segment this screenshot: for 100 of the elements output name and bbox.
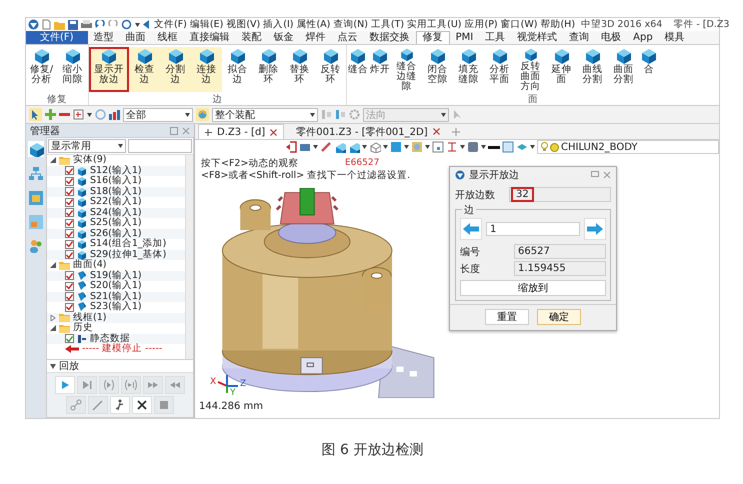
ribbon-button[interactable]: 曲面分割 xyxy=(608,47,639,92)
menu-item[interactable]: 属性(A) xyxy=(296,18,330,31)
ribbon-tab[interactable]: 线框 xyxy=(152,31,184,44)
tree-item[interactable]: ----- 建模停止 ----- xyxy=(82,344,162,354)
ribbon-button[interactable]: 检查边 xyxy=(129,47,160,92)
caret-icon[interactable] xyxy=(135,22,140,26)
play-button[interactable] xyxy=(55,376,75,394)
ribbon-tab[interactable]: PMI xyxy=(450,31,480,44)
ribbon-tab[interactable]: 文件(F) xyxy=(26,31,88,44)
ribbon-button[interactable]: 显示开放边 xyxy=(89,47,129,92)
document-tab[interactable]: D.Z3 - [d] xyxy=(198,124,284,139)
document-tab[interactable]: 零件001.Z3 - [零件001_2D] xyxy=(290,124,446,138)
menu-item[interactable]: 视图(V) xyxy=(226,18,260,31)
ribbon-button[interactable]: 合 xyxy=(639,47,659,92)
tree-item[interactable]: S16(输入1) xyxy=(90,176,142,186)
ribbon-tab[interactable]: 工具 xyxy=(479,31,512,44)
checkbox[interactable] xyxy=(65,187,74,196)
close-icon[interactable] xyxy=(603,170,611,178)
expanded-triangle-icon[interactable] xyxy=(50,262,56,268)
figure-button[interactable] xyxy=(110,396,130,414)
ribbon-tab[interactable]: 修复 xyxy=(416,31,450,44)
ribbon-button[interactable]: 反转环 xyxy=(315,47,346,92)
dialog-button[interactable]: 重置 xyxy=(485,309,529,325)
scrollbar[interactable] xyxy=(185,155,193,359)
checkbox[interactable] xyxy=(65,176,74,186)
collapse-triangle-icon[interactable] xyxy=(50,364,56,368)
checkbox[interactable] xyxy=(65,240,74,249)
dialog-button[interactable]: 确定 xyxy=(537,309,581,325)
ribbon-tab[interactable]: 点云 xyxy=(332,31,364,44)
ribbon-tab[interactable]: App xyxy=(627,31,659,44)
exit-icon[interactable] xyxy=(285,141,297,153)
menu-item[interactable]: 帮助(H) xyxy=(540,18,576,31)
circle-tool-icon[interactable] xyxy=(121,19,132,30)
tree-item[interactable]: S23(输入1) xyxy=(90,302,142,312)
pointer-icon[interactable] xyxy=(29,108,42,121)
checkbox[interactable] xyxy=(65,166,74,176)
dropdown[interactable]: 整个装配 xyxy=(212,108,318,122)
caret-icon[interactable] xyxy=(87,112,92,116)
checkbox[interactable] xyxy=(65,271,74,280)
ribbon-button[interactable]: 曲线分割 xyxy=(577,47,608,92)
ribbon-button[interactable]: 炸开 xyxy=(369,47,391,92)
menu-item[interactable]: 窗口(W) xyxy=(500,18,538,31)
square-icon[interactable] xyxy=(502,141,514,153)
expanded-triangle-icon[interactable] xyxy=(50,157,56,164)
checkbox[interactable] xyxy=(65,282,74,291)
ribbon-tab[interactable]: 焊件 xyxy=(300,31,332,44)
ribbon-tab[interactable]: 曲面 xyxy=(120,31,152,44)
cube-icon[interactable] xyxy=(334,141,346,153)
tree-item[interactable]: 实体(9) xyxy=(73,155,106,166)
menu-item[interactable]: 实用工具(U) xyxy=(407,18,462,31)
tree-item[interactable]: 历史 xyxy=(73,323,93,334)
ribbon-button[interactable]: 替换环 xyxy=(284,47,315,92)
plus-icon[interactable] xyxy=(45,109,56,120)
dropdown[interactable]: 全部 xyxy=(123,108,193,122)
app-logo-icon[interactable] xyxy=(28,19,39,30)
menu-item[interactable]: 编辑(E) xyxy=(190,18,224,31)
tree-item[interactable]: S14(组合1_添加) xyxy=(90,239,166,250)
ribbon-tab[interactable]: 模具 xyxy=(658,31,691,44)
close-icon[interactable] xyxy=(270,128,278,136)
menu-item[interactable]: 查询(N) xyxy=(333,18,368,31)
caret-icon[interactable] xyxy=(310,112,315,116)
ribbon-button[interactable]: 闭合空隙 xyxy=(422,47,453,92)
zoom-button[interactable]: 缩放到 xyxy=(460,280,606,296)
cube-icon[interactable] xyxy=(348,141,360,153)
new-tab-icon[interactable] xyxy=(452,128,460,136)
next-button[interactable] xyxy=(584,218,606,240)
checkbox[interactable] xyxy=(65,208,74,218)
ribbon-button[interactable]: 拟合边 xyxy=(222,47,253,92)
ribbon-tab[interactable]: 视觉样式 xyxy=(511,31,564,44)
expanded-triangle-icon[interactable] xyxy=(50,325,56,332)
caret-icon[interactable] xyxy=(425,145,430,149)
checkbox[interactable] xyxy=(65,218,74,228)
ribbon-button[interactable]: 分析平面 xyxy=(484,47,515,92)
ribbon-tab[interactable]: 电极 xyxy=(595,31,628,44)
tree-item[interactable]: S25(输入1) xyxy=(90,218,142,228)
ribbon-button[interactable]: 延伸面 xyxy=(546,47,577,92)
checkbox[interactable] xyxy=(65,250,74,260)
filter-dropdown[interactable]: 显示常用 xyxy=(48,139,126,153)
ribbon-button[interactable]: 修复/分析 xyxy=(26,47,57,92)
ribbon-tab[interactable]: 查询 xyxy=(563,31,596,44)
caret-icon[interactable] xyxy=(383,145,388,149)
layer-field[interactable]: CHILUN2_BODY xyxy=(537,140,719,154)
checkbox[interactable] xyxy=(65,198,74,207)
previous-button[interactable] xyxy=(460,218,482,240)
caret-icon[interactable] xyxy=(481,145,486,149)
ribbon-tab[interactable]: 钣金 xyxy=(268,31,300,44)
delete-button[interactable] xyxy=(132,396,152,414)
checkbox[interactable] xyxy=(65,292,74,302)
ribbon-button[interactable]: 缝合 xyxy=(347,47,369,92)
caret-icon[interactable] xyxy=(530,145,535,149)
caret-icon[interactable] xyxy=(118,144,123,148)
ribbon-button[interactable]: 缩小间隙 xyxy=(57,47,88,92)
ribbon-button[interactable]: 填充缝隙 xyxy=(453,47,484,92)
checkbox[interactable] xyxy=(65,334,74,344)
caret-icon[interactable] xyxy=(362,145,367,149)
restore-icon[interactable] xyxy=(591,171,599,178)
menu-item[interactable]: 应用(P) xyxy=(464,18,498,31)
new-file-icon[interactable] xyxy=(42,19,51,30)
close-icon[interactable] xyxy=(432,128,440,135)
print-icon[interactable] xyxy=(81,20,92,30)
